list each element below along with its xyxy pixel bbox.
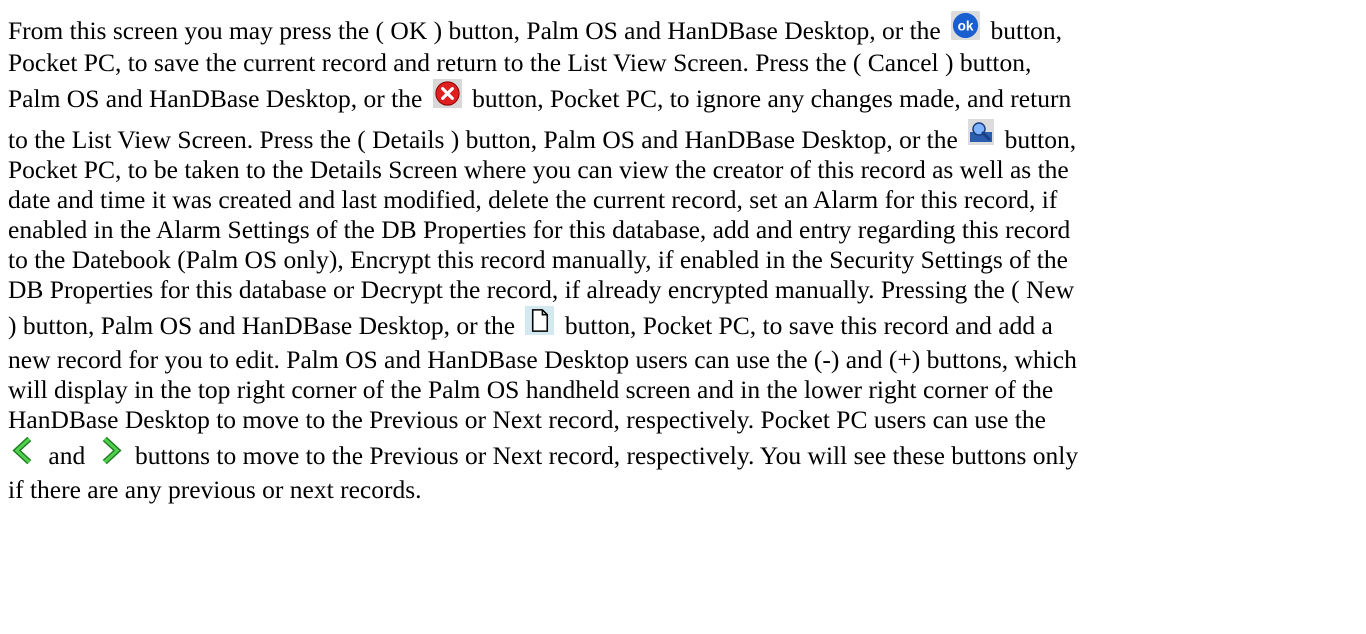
document-paragraph: From this screen you may press the ( OK … [8, 8, 1358, 505]
text-line-14-part-b: buttons to move to the Previous or Next … [134, 441, 1079, 470]
new-record-icon [524, 305, 555, 336]
text-line-12-text: will display in the top right corner of … [8, 375, 1054, 404]
text-line-13-text: HanDBase Desktop to move to the Previous… [8, 405, 1046, 434]
ok-icon: ok [950, 10, 981, 41]
text-line-15-text: if there are any previous or next record… [8, 475, 422, 504]
text-line-9: DB Properties for this database or Decry… [8, 275, 1358, 305]
text-line-10-part-a: ) button, Palm OS and HanDBase Desktop, … [8, 311, 516, 340]
text-line-5-text: Pocket PC, to be taken to the Details Sc… [8, 155, 1069, 184]
text-line-2: Pocket PC, to save the current record an… [8, 48, 1358, 78]
svg-text:ok: ok [958, 18, 974, 33]
text-line-7-text: enabled in the Alarm Settings of the DB … [8, 215, 1071, 244]
text-line-1-part-b: button, [990, 16, 1063, 45]
text-line-8: to the Datebook (Palm OS only), Encrypt … [8, 245, 1358, 275]
text-line-10-part-b: button, Pocket PC, to save this record a… [564, 311, 1053, 340]
text-line-1: From this screen you may press the ( OK … [8, 8, 1358, 48]
text-line-4: to the List View Screen. Press the ( Det… [8, 118, 1358, 155]
text-line-14: and buttons to move to the Previous or N… [8, 435, 1358, 475]
text-line-5: Pocket PC, to be taken to the Details Sc… [8, 155, 1358, 185]
text-line-3: Palm OS and HanDBase Desktop, or the but… [8, 78, 1358, 118]
text-line-3-part-b: button, Pocket PC, to ignore any changes… [472, 84, 1072, 113]
text-line-11-text: new record for you to edit. Palm OS and … [8, 345, 1077, 374]
cancel-icon [432, 78, 463, 109]
text-line-9-text: DB Properties for this database or Decry… [8, 275, 1075, 304]
text-line-15: if there are any previous or next record… [8, 475, 1358, 505]
text-line-8-text: to the Datebook (Palm OS only), Encrypt … [8, 245, 1068, 274]
text-line-13: HanDBase Desktop to move to the Previous… [8, 405, 1358, 435]
text-line-12: will display in the top right corner of … [8, 375, 1358, 405]
text-line-7: enabled in the Alarm Settings of the DB … [8, 215, 1358, 245]
text-line-3-part-a: Palm OS and HanDBase Desktop, or the [8, 84, 423, 113]
text-line-6: date and time it was created and last mo… [8, 185, 1358, 215]
text-line-1-part-a: From this screen you may press the ( OK … [8, 16, 941, 45]
text-line-10: ) button, Palm OS and HanDBase Desktop, … [8, 305, 1358, 345]
text-line-11: new record for you to edit. Palm OS and … [8, 345, 1358, 375]
text-line-14-part-a: and [48, 441, 86, 470]
previous-arrow-icon [8, 435, 39, 466]
details-icon [967, 118, 995, 146]
text-line-4-part-b: button, [1004, 125, 1077, 154]
text-line-2-text: Pocket PC, to save the current record an… [8, 48, 1032, 77]
text-line-6-text: date and time it was created and last mo… [8, 185, 1058, 214]
text-line-4-part-a: to the List View Screen. Press the ( Det… [8, 125, 958, 154]
next-arrow-icon [95, 435, 126, 466]
